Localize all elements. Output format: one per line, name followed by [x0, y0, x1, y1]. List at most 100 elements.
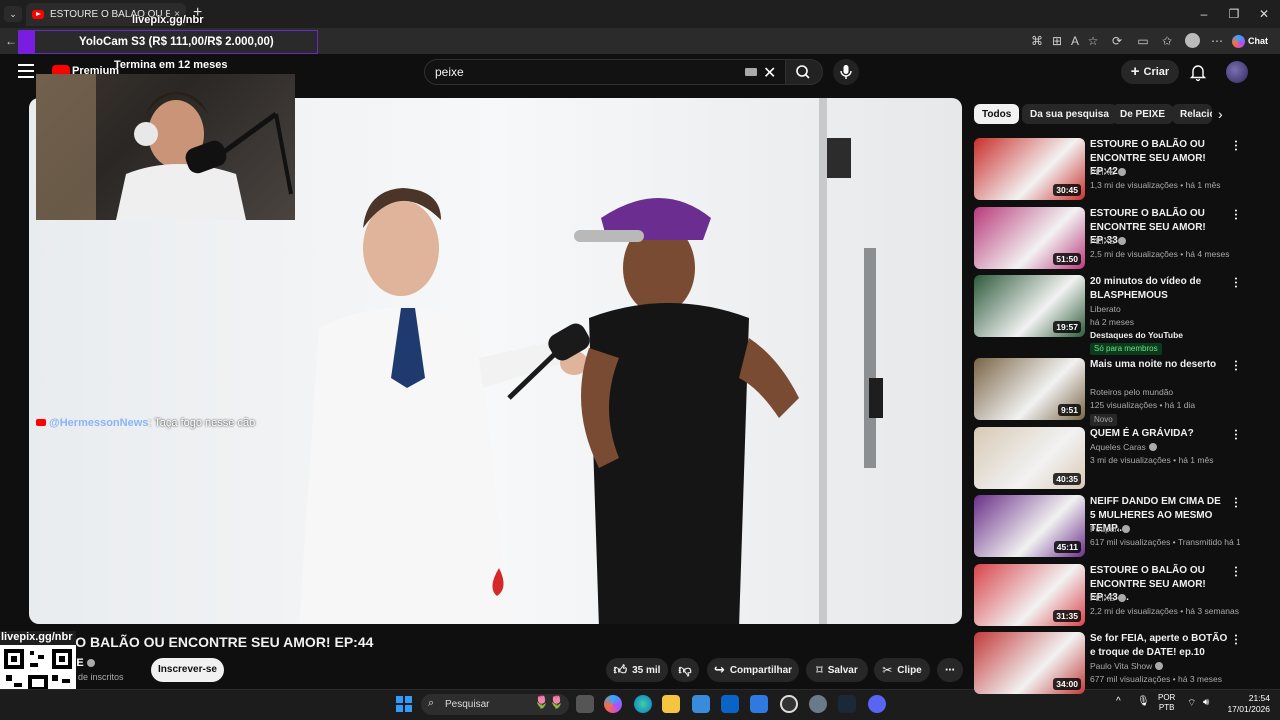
verified-icon: [86, 659, 95, 667]
recommendation-thumbnail[interactable]: 45:11: [974, 495, 1085, 557]
create-button[interactable]: + Criar: [1121, 60, 1179, 84]
todo-icon[interactable]: [750, 695, 768, 713]
screen: ⌄ ESTOURE O BALÃO OU ENCONTR × + – ❐ ✕ ←…: [0, 0, 1280, 720]
recommendation-title[interactable]: 20 minutos do vídeo de BLASPHEMOUS: [1090, 275, 1228, 302]
split-screen-icon[interactable]: ▭: [1134, 32, 1152, 50]
clock-time: 21:54: [1248, 693, 1270, 703]
filter-chip[interactable]: Relacio: [1172, 104, 1212, 124]
save-label: Salvar: [827, 664, 858, 676]
more-options-icon[interactable]: • • •: [1232, 428, 1240, 443]
channel-text: PEIXE: [1090, 593, 1116, 603]
minimize-icon[interactable]: –: [1190, 4, 1218, 24]
edge-browser-icon[interactable]: [634, 695, 652, 713]
recommendation-thumbnail[interactable]: 9:51: [974, 358, 1085, 420]
copilot-chat-button[interactable]: Chat: [1232, 32, 1274, 50]
windows-start-icon[interactable]: [396, 696, 412, 712]
more-options-icon[interactable]: • • •: [1232, 276, 1240, 291]
filter-chip[interactable]: Da sua pesquisa: [1022, 104, 1117, 124]
save-button[interactable]: ⌑ Salvar: [806, 658, 868, 682]
search-input[interactable]: peixe: [424, 59, 786, 85]
extensions-icon[interactable]: ⟳: [1108, 32, 1126, 50]
like-button[interactable]: 👍︎ 35 mil: [606, 658, 668, 682]
more-options-icon[interactable]: • • •: [1232, 565, 1240, 580]
recommendation-thumbnail[interactable]: 34:00: [974, 632, 1085, 694]
subscribe-button[interactable]: Inscrever-se: [151, 658, 224, 682]
recommendation-thumbnail[interactable]: 40:35: [974, 427, 1085, 489]
recommendation-channel[interactable]: PEIXE: [1090, 167, 1127, 177]
chips-next-icon[interactable]: ›: [1218, 106, 1223, 122]
recommendation-thumbnail[interactable]: 19:57: [974, 275, 1085, 337]
translate-icon[interactable]: ⌘: [1028, 32, 1046, 50]
recommendation-channel[interactable]: Paulo Vita Show: [1090, 661, 1164, 671]
clip-button[interactable]: ✂ Clipe: [874, 658, 930, 682]
more-icon[interactable]: ⋯: [1208, 32, 1226, 50]
steam-icon[interactable]: [838, 695, 856, 713]
wifi-icon[interactable]: ⌔: [1187, 697, 1196, 710]
recommendation-title[interactable]: QUEM É A GRÁVIDA?: [1090, 427, 1228, 441]
copilot-chat-label: Chat: [1248, 36, 1268, 46]
collections-icon[interactable]: ✩: [1158, 32, 1176, 50]
read-aloud-icon[interactable]: A: [1066, 32, 1084, 50]
close-window-icon[interactable]: ✕: [1250, 4, 1278, 24]
recommendation-meta: 2,2 mi de visualizações • há 3 semanas: [1090, 606, 1239, 616]
notifications-bell-icon[interactable]: [1188, 62, 1208, 82]
tray-mic-icon[interactable]: 🎙︎: [1137, 696, 1150, 707]
verified-icon: [1148, 443, 1157, 451]
webcam-image: [36, 74, 293, 220]
recommendation-channel[interactable]: PEIXE: [1090, 593, 1127, 603]
recommendation-channel[interactable]: PEIXE: [1090, 236, 1127, 246]
scissors-icon: ✂: [882, 663, 893, 677]
voice-search-button[interactable]: [833, 59, 859, 85]
recommendation-thumbnail[interactable]: 31:35: [974, 564, 1085, 626]
favorite-star-icon[interactable]: ☆: [1084, 32, 1102, 50]
more-actions-button[interactable]: ⋯: [937, 658, 963, 682]
file-explorer-icon[interactable]: [662, 695, 680, 713]
dislike-button[interactable]: 👎︎: [671, 658, 699, 682]
search-icon: [796, 65, 810, 79]
more-options-icon[interactable]: • • •: [1232, 496, 1240, 511]
recommendation-title[interactable]: Mais uma noite no deserto: [1090, 358, 1228, 372]
recommendation-thumbnail[interactable]: 30:45: [974, 138, 1085, 200]
clear-search-icon[interactable]: ✕: [763, 63, 776, 83]
discord-icon[interactable]: [868, 695, 886, 713]
filter-chip[interactable]: Todos: [974, 104, 1020, 124]
more-options-icon[interactable]: • • •: [1232, 359, 1240, 374]
outlook-icon[interactable]: [721, 695, 739, 713]
share-button[interactable]: ↪ Compartilhar: [707, 658, 799, 682]
system-clock[interactable]: 21:54 17/01/2026: [1222, 693, 1270, 715]
more-options-icon[interactable]: • • •: [1232, 633, 1240, 648]
restore-icon[interactable]: ❐: [1220, 4, 1248, 24]
recommendation-channel[interactable]: Roteiros pelo mundão: [1090, 387, 1173, 397]
like-count: 35 mil: [632, 664, 661, 676]
recommendation-channel[interactable]: Aqueles Caras: [1090, 442, 1157, 452]
microsoft-store-icon[interactable]: [692, 695, 710, 713]
volume-icon[interactable]: 🔊︎: [1203, 697, 1209, 708]
youtube-chat-icon: [36, 419, 46, 426]
obs-icon[interactable]: [780, 695, 798, 713]
share-icon: ↪: [713, 662, 725, 677]
search-button[interactable]: [785, 59, 823, 85]
tray-chevron-icon[interactable]: ^: [1116, 696, 1121, 707]
filter-chip[interactable]: De PEIXE: [1112, 104, 1174, 124]
more-options-icon[interactable]: • • •: [1232, 139, 1240, 154]
grid-icon[interactable]: ⊞: [1048, 32, 1066, 50]
task-view-icon[interactable]: [576, 695, 594, 713]
new-badge: Novo: [1090, 414, 1117, 426]
settings-gear-icon[interactable]: [809, 695, 827, 713]
recommendation-thumbnail[interactable]: 51:50: [974, 207, 1085, 269]
hamburger-menu-icon[interactable]: [18, 64, 34, 78]
tab-list-chevron-icon[interactable]: ⌄: [4, 6, 22, 22]
recommendation-title[interactable]: Se for FEIA, aperte o BOTÃO e troque de …: [1090, 632, 1228, 659]
channel-text: Liberato: [1090, 304, 1121, 314]
profile-icon[interactable]: [1185, 33, 1200, 48]
recommendation-channel[interactable]: Liberato: [1090, 304, 1121, 314]
recommendation-channel[interactable]: Podpah: [1090, 524, 1131, 534]
account-avatar[interactable]: [1226, 61, 1248, 83]
keyboard-icon[interactable]: [745, 68, 757, 76]
video-duration: 40:35: [1053, 473, 1081, 485]
language-indicator[interactable]: POR PTB: [1158, 693, 1175, 713]
tulips-widget-icon[interactable]: 🌷🌷: [534, 695, 564, 713]
more-options-icon[interactable]: • • •: [1232, 208, 1240, 223]
video-duration: 31:35: [1053, 610, 1081, 622]
copilot-app-icon[interactable]: [604, 695, 622, 713]
